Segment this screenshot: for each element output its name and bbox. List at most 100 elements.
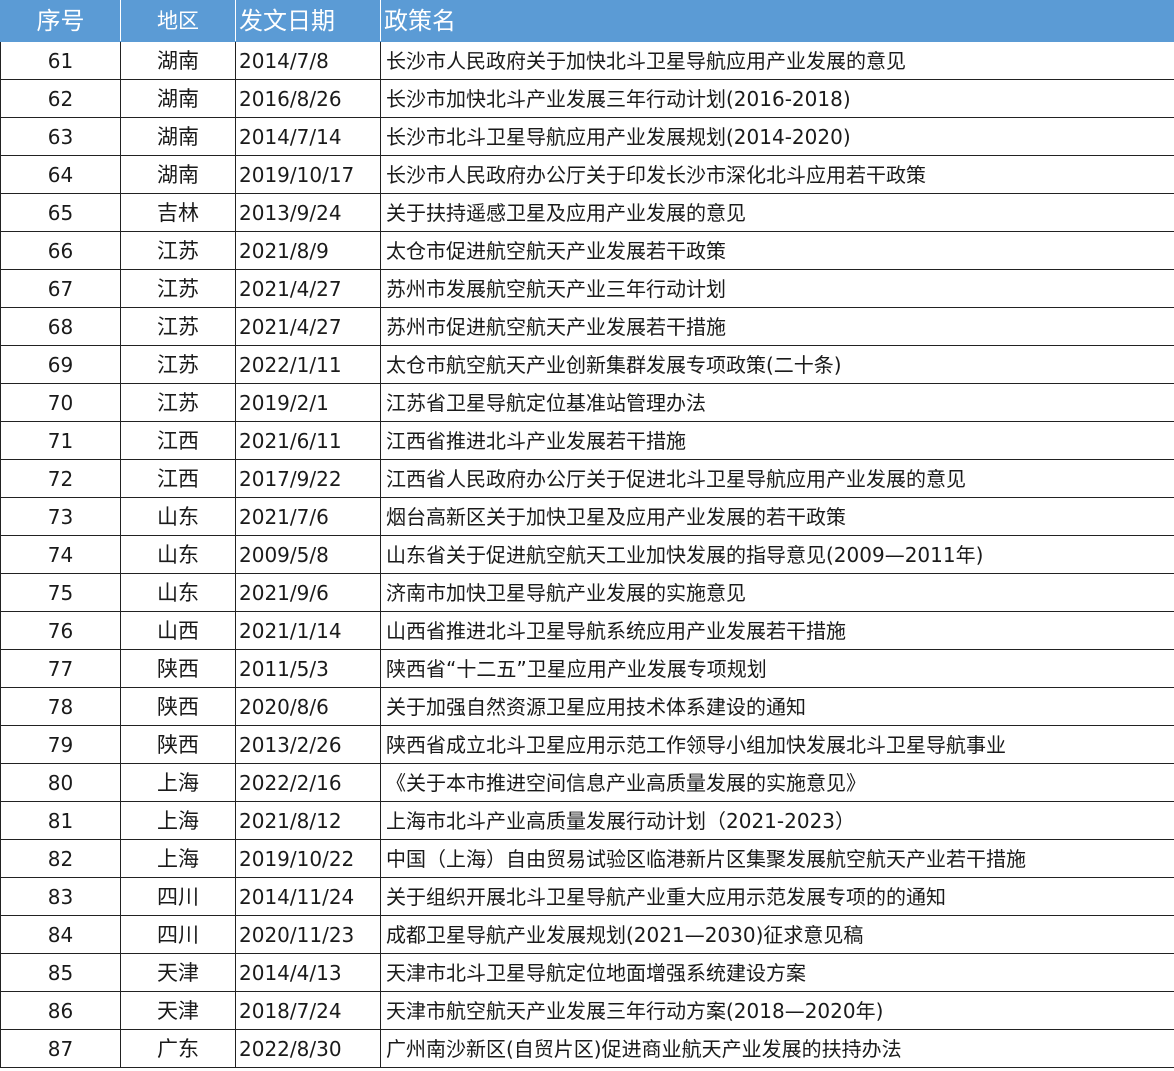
cell-region[interactable]: 山东 (120, 573, 236, 612)
cell-policy-name[interactable]: 陕西省成立北斗卫星应用示范工作领导小组加快发展北斗卫星导航事业 (380, 725, 1174, 764)
table-row[interactable]: 77 陕西 2011/5/3 陕西省“十二五”卫星应用产业发展专项规划 (0, 649, 1174, 688)
cell-date[interactable]: 2022/2/16 (235, 763, 381, 802)
cell-date[interactable]: 2014/7/14 (235, 117, 381, 156)
cell-date[interactable]: 2011/5/3 (235, 649, 381, 688)
cell-region[interactable]: 湖南 (120, 79, 236, 118)
table-row[interactable]: 85 天津 2014/4/13 天津市北斗卫星导航定位地面增强系统建设方案 (0, 953, 1174, 992)
cell-region[interactable]: 江苏 (120, 231, 236, 270)
cell-no[interactable]: 77 (0, 649, 121, 688)
cell-date[interactable]: 2014/7/8 (235, 41, 381, 80)
header-region[interactable]: 地区 (120, 0, 236, 42)
cell-no[interactable]: 71 (0, 421, 121, 460)
cell-region[interactable]: 上海 (120, 763, 236, 802)
table-row[interactable]: 66 江苏 2021/8/9 太仓市促进航空航天产业发展若干政策 (0, 231, 1174, 270)
cell-policy-name[interactable]: 苏州市促进航空航天产业发展若干措施 (380, 307, 1174, 346)
table-row[interactable]: 79 陕西 2013/2/26 陕西省成立北斗卫星应用示范工作领导小组加快发展北斗卫星… (0, 725, 1174, 764)
cell-policy-name[interactable]: 江西省人民政府办公厅关于促进北斗卫星导航应用产业发展的意见 (380, 459, 1174, 498)
cell-policy-name[interactable]: 山东省关于促进航空航天工业加快发展的指导意见(2009—2011年) (380, 535, 1174, 574)
cell-region[interactable]: 天津 (120, 991, 236, 1030)
cell-no[interactable]: 74 (0, 535, 121, 574)
table-row[interactable]: 67 江苏 2021/4/27 苏州市发展航空航天产业三年行动计划 (0, 269, 1174, 308)
cell-no[interactable]: 65 (0, 193, 121, 232)
cell-policy-name[interactable]: 陕西省“十二五”卫星应用产业发展专项规划 (380, 649, 1174, 688)
cell-no[interactable]: 70 (0, 383, 121, 422)
cell-region[interactable]: 湖南 (120, 155, 236, 194)
cell-date[interactable]: 2021/4/27 (235, 307, 381, 346)
cell-no[interactable]: 80 (0, 763, 121, 802)
table-row[interactable]: 86 天津 2018/7/24 天津市航空航天产业发展三年行动方案(2018—2020… (0, 991, 1174, 1030)
table-row[interactable]: 73 山东 2021/7/6 烟台高新区关于加快卫星及应用产业发展的若干政策 (0, 497, 1174, 536)
table-row[interactable]: 78 陕西 2020/8/6 关于加强自然资源卫星应用技术体系建设的通知 (0, 687, 1174, 726)
cell-region[interactable]: 山西 (120, 611, 236, 650)
cell-date[interactable]: 2019/10/22 (235, 839, 381, 878)
table-row[interactable]: 75 山东 2021/9/6 济南市加快卫星导航产业发展的实施意见 (0, 573, 1174, 612)
cell-date[interactable]: 2014/11/24 (235, 877, 381, 916)
cell-policy-name[interactable]: 关于加强自然资源卫星应用技术体系建设的通知 (380, 687, 1174, 726)
cell-date[interactable]: 2021/8/9 (235, 231, 381, 270)
cell-date[interactable]: 2019/2/1 (235, 383, 381, 422)
cell-region[interactable]: 上海 (120, 801, 236, 840)
cell-no[interactable]: 73 (0, 497, 121, 536)
cell-policy-name[interactable]: 烟台高新区关于加快卫星及应用产业发展的若干政策 (380, 497, 1174, 536)
cell-date[interactable]: 2021/9/6 (235, 573, 381, 612)
table-row[interactable]: 71 江西 2021/6/11 江西省推进北斗产业发展若干措施 (0, 421, 1174, 460)
table-row[interactable]: 65 吉林 2013/9/24 关于扶持遥感卫星及应用产业发展的意见 (0, 193, 1174, 232)
table-row[interactable]: 69 江苏 2022/1/11 太仓市航空航天产业创新集群发展专项政策(二十条) (0, 345, 1174, 384)
cell-region[interactable]: 山东 (120, 535, 236, 574)
cell-no[interactable]: 68 (0, 307, 121, 346)
cell-region[interactable]: 天津 (120, 953, 236, 992)
cell-no[interactable]: 66 (0, 231, 121, 270)
cell-policy-name[interactable]: 广州南沙新区(自贸片区)促进商业航天产业发展的扶持办法 (380, 1029, 1174, 1068)
table-row[interactable]: 84 四川 2020/11/23 成都卫星导航产业发展规划(2021—2030)征求意… (0, 915, 1174, 954)
cell-date[interactable]: 2009/5/8 (235, 535, 381, 574)
cell-no[interactable]: 78 (0, 687, 121, 726)
cell-no[interactable]: 67 (0, 269, 121, 308)
cell-no[interactable]: 72 (0, 459, 121, 498)
cell-no[interactable]: 87 (0, 1029, 121, 1068)
cell-date[interactable]: 2021/4/27 (235, 269, 381, 308)
cell-date[interactable]: 2020/11/23 (235, 915, 381, 954)
table-row[interactable]: 64 湖南 2019/10/17 长沙市人民政府办公厅关于印发长沙市深化北斗应用若干政… (0, 155, 1174, 194)
cell-region[interactable]: 湖南 (120, 117, 236, 156)
cell-region[interactable]: 广东 (120, 1029, 236, 1068)
table-row[interactable]: 87 广东 2022/8/30 广州南沙新区(自贸片区)促进商业航天产业发展的扶持办法 (0, 1029, 1174, 1068)
table-row[interactable]: 74 山东 2009/5/8 山东省关于促进航空航天工业加快发展的指导意见(2009—… (0, 535, 1174, 574)
cell-no[interactable]: 84 (0, 915, 121, 954)
cell-date[interactable]: 2021/1/14 (235, 611, 381, 650)
cell-policy-name[interactable]: 山西省推进北斗卫星导航系统应用产业发展若干措施 (380, 611, 1174, 650)
cell-date[interactable]: 2022/8/30 (235, 1029, 381, 1068)
cell-policy-name[interactable]: 苏州市发展航空航天产业三年行动计划 (380, 269, 1174, 308)
cell-policy-name[interactable]: 济南市加快卫星导航产业发展的实施意见 (380, 573, 1174, 612)
cell-policy-name[interactable]: 长沙市北斗卫星导航应用产业发展规划(2014-2020) (380, 117, 1174, 156)
cell-policy-name[interactable]: 长沙市人民政府办公厅关于印发长沙市深化北斗应用若干政策 (380, 155, 1174, 194)
cell-policy-name[interactable]: 太仓市航空航天产业创新集群发展专项政策(二十条) (380, 345, 1174, 384)
cell-date[interactable]: 2021/8/12 (235, 801, 381, 840)
cell-date[interactable]: 2016/8/26 (235, 79, 381, 118)
cell-date[interactable]: 2022/1/11 (235, 345, 381, 384)
cell-policy-name[interactable]: 长沙市加快北斗产业发展三年行动计划(2016-2018) (380, 79, 1174, 118)
table-row[interactable]: 62 湖南 2016/8/26 长沙市加快北斗产业发展三年行动计划(2016-2018… (0, 79, 1174, 118)
cell-policy-name[interactable]: 江苏省卫星导航定位基准站管理办法 (380, 383, 1174, 422)
table-row[interactable]: 61 湖南 2014/7/8 长沙市人民政府关于加快北斗卫星导航应用产业发展的意见 (0, 41, 1174, 80)
cell-region[interactable]: 江苏 (120, 345, 236, 384)
cell-no[interactable]: 69 (0, 345, 121, 384)
table-row[interactable]: 68 江苏 2021/4/27 苏州市促进航空航天产业发展若干措施 (0, 307, 1174, 346)
cell-region[interactable]: 江西 (120, 421, 236, 460)
cell-no[interactable]: 64 (0, 155, 121, 194)
cell-region[interactable]: 四川 (120, 877, 236, 916)
cell-region[interactable]: 陕西 (120, 725, 236, 764)
cell-region[interactable]: 上海 (120, 839, 236, 878)
cell-policy-name[interactable]: 关于扶持遥感卫星及应用产业发展的意见 (380, 193, 1174, 232)
cell-policy-name[interactable]: 江西省推进北斗产业发展若干措施 (380, 421, 1174, 460)
cell-policy-name[interactable]: 上海市北斗产业高质量发展行动计划（2021-2023） (380, 801, 1174, 840)
cell-no[interactable]: 81 (0, 801, 121, 840)
cell-policy-name[interactable]: 关于组织开展北斗卫星导航产业重大应用示范发展专项的的通知 (380, 877, 1174, 916)
cell-no[interactable]: 76 (0, 611, 121, 650)
cell-region[interactable]: 江苏 (120, 269, 236, 308)
cell-region[interactable]: 江西 (120, 459, 236, 498)
cell-no[interactable]: 83 (0, 877, 121, 916)
cell-date[interactable]: 2021/6/11 (235, 421, 381, 460)
cell-no[interactable]: 86 (0, 991, 121, 1030)
cell-date[interactable]: 2021/7/6 (235, 497, 381, 536)
table-row[interactable]: 81 上海 2021/8/12 上海市北斗产业高质量发展行动计划（2021-2023） (0, 801, 1174, 840)
